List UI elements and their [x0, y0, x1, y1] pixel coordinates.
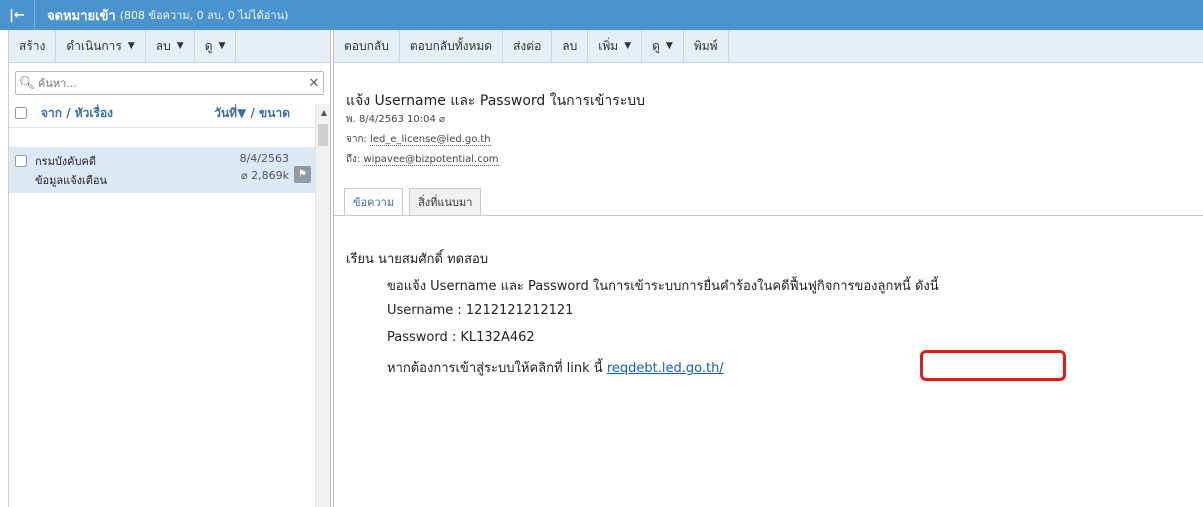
chevron-down-icon: ▼ [176, 41, 184, 51]
actions-menu[interactable]: ดำเนินการ ▼ [56, 30, 146, 62]
collapse-icon[interactable]: |← [0, 0, 35, 30]
sort-from-subject[interactable]: จาก / หัวเรื่อง [41, 104, 113, 123]
message-checkbox[interactable] [15, 155, 27, 167]
chevron-down-icon: ▼ [218, 41, 226, 51]
more-menu[interactable]: เพิ่ม ▼ [588, 30, 643, 62]
view-menu[interactable]: ดู ▼ [642, 30, 684, 62]
message-from: จาก: led_e_license@led.go.th [346, 134, 491, 146]
message-tabs: ข้อความ สิ่งที่แนบมา [344, 188, 487, 216]
message-greeting: เรียน นายสมศักดิ์ ทดสอบ [346, 252, 489, 267]
delete-button[interactable]: ลบ [552, 30, 589, 62]
chevron-down-icon: ▼ [127, 41, 135, 51]
message-line: ขอแจ้ง Username และ Password ในการเข้าระ… [387, 279, 939, 294]
message-date: 8/4/2563 [239, 152, 289, 165]
tab-attachments[interactable]: สิ่งที่แนบมา [409, 188, 482, 215]
message-size: ⌀ 2,869k [241, 169, 289, 182]
folder-title: จดหมายเข้า [47, 8, 116, 24]
message-sender: กรมบังคับคดี [35, 155, 97, 168]
folder-counts: (808 ข้อความ, 0 ลบ, 0 ไม่ได้อ่าน) [119, 9, 289, 22]
message-to: ถึง: wipavee@bizpotential.com [346, 154, 499, 166]
message-date: พ. 8/4/2563 10:04 ⌀ [346, 114, 446, 125]
message-line: Username : 1212121212121 [387, 303, 574, 318]
message-toolbar: ตอบกลับ ตอบกลับทั้งหมด ส่งต่อ ลบ เพิ่ม ▼ … [334, 30, 1203, 63]
attachment-icon: ⌀ [241, 169, 252, 182]
delete-menu[interactable]: ลบ ▼ [146, 30, 195, 62]
message-line: Password : KL132A462 [387, 330, 535, 345]
reply-all-button[interactable]: ตอบกลับทั้งหมด [400, 30, 504, 62]
message-subject: ข้อมูลแจ้งเตือน [35, 174, 108, 187]
compose-button[interactable]: สร้าง [9, 30, 57, 62]
reply-button[interactable]: ตอบกลับ [334, 30, 400, 62]
message-list-pane: สร้าง ดำเนินการ▼ ลบ▼ ดู▼ 🔍︎ ✕ จาก / หัวเ… [8, 30, 331, 507]
sender-address[interactable]: led_e_license@led.go.th [370, 134, 491, 146]
reading-pane: ตอบกลับ ตอบกลับทั้งหมด ส่งต่อ ลบ เพิ่ม ▼ … [333, 30, 1203, 507]
flag-icon[interactable]: ⚑ [294, 166, 311, 183]
forward-button[interactable]: ส่งต่อ [503, 30, 553, 62]
scroll-thumb[interactable] [318, 124, 328, 146]
chevron-down-icon: ▼ [665, 41, 673, 51]
login-link[interactable]: reqdebt.led.go.th/ [607, 361, 724, 376]
sort-date-size[interactable]: วันที่▼ / ขนาด [214, 104, 290, 123]
highlight-box [920, 350, 1066, 381]
close-icon[interactable]: ✕ [305, 76, 323, 91]
recipient-address[interactable]: wipavee@bizpotential.com [363, 154, 499, 166]
print-button[interactable]: พิมพ์ [684, 30, 729, 62]
chevron-down-icon: ▼ [624, 41, 632, 51]
search-box: 🔍︎ ✕ [15, 71, 324, 95]
view-menu[interactable]: ดู ▼ [195, 30, 237, 62]
attachment-icon: ⌀ [439, 114, 446, 125]
tab-message[interactable]: ข้อความ [344, 188, 404, 215]
list-header: จาก / หัวเรื่อง วันที่▼ / ขนาด [9, 99, 330, 128]
message-line: หากต้องการเข้าสู่ระบบให้คลิกที่ link นี้… [387, 361, 724, 376]
scroll-up-icon[interactable]: ▲ [321, 108, 327, 117]
select-all-checkbox[interactable] [15, 107, 27, 119]
list-toolbar: สร้าง ดำเนินการ ▼ ลบ ▼ ดู ▼ [9, 30, 330, 63]
list-item[interactable]: กรมบังคับคดี ข้อมูลแจ้งเตือน 8/4/2563 ⌀ … [9, 147, 315, 193]
folder-header: |← จดหมายเข้า (808 ข้อความ, 0 ลบ, 0 ไม่ไ… [0, 0, 1203, 30]
scrollbar[interactable] [315, 104, 330, 507]
search-icon: 🔍︎ [18, 75, 36, 91]
message-title: แจ้ง Username และ Password ในการเข้าระบบ [346, 93, 646, 109]
search-input[interactable] [36, 75, 305, 91]
